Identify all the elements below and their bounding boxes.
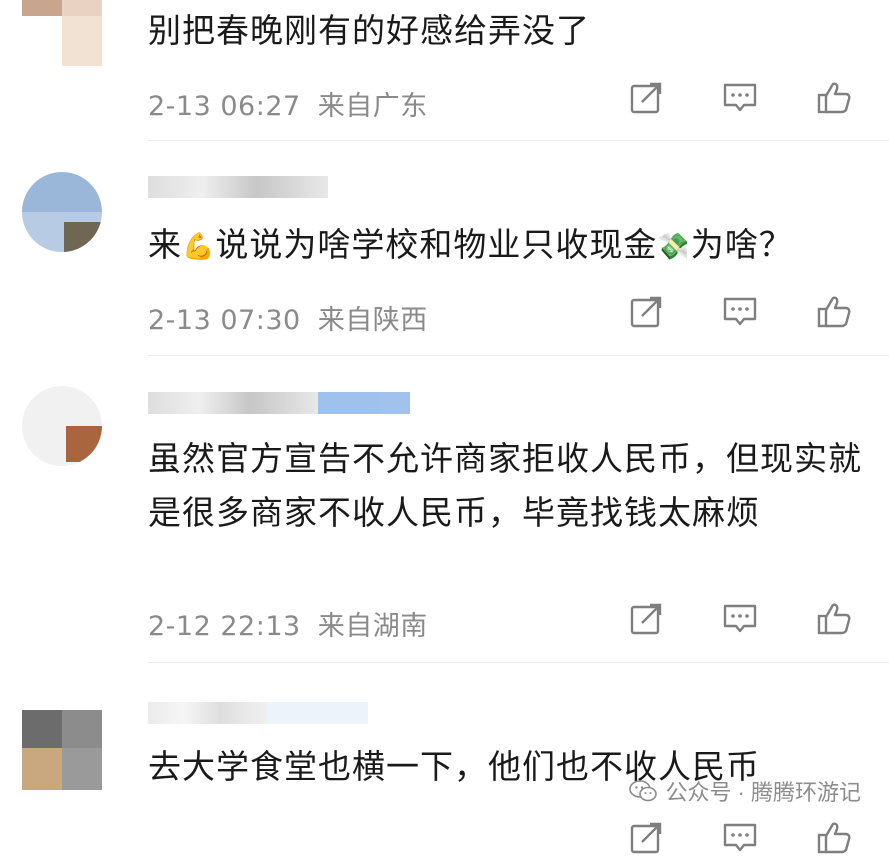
comment-text: 虽然官方宣告不允许商家拒收人民币，但现实就是很多商家不收人民币，毕竟找钱太麻烦 [148, 439, 862, 532]
comment-icon[interactable] [722, 820, 758, 856]
share-icon[interactable] [628, 601, 664, 637]
divider [148, 140, 889, 141]
flexed-biceps-emoji: 💪 [182, 231, 216, 262]
comment-actions [0, 294, 889, 334]
comment-icon[interactable] [722, 294, 758, 330]
comment-text: 别把春晚刚有的好感给弄没了 [148, 11, 590, 50]
avatar[interactable] [22, 0, 102, 66]
share-icon[interactable] [628, 820, 664, 856]
username[interactable] [148, 392, 410, 414]
divider [148, 355, 889, 356]
comment-icon[interactable] [722, 80, 758, 116]
money-with-wings-emoji: 💸 [657, 231, 691, 262]
comment-actions [0, 820, 889, 860]
comment-actions [0, 601, 889, 641]
comment-actions [0, 80, 889, 120]
thumbs-up-icon[interactable] [816, 80, 852, 116]
thumbs-up-icon[interactable] [816, 820, 852, 856]
watermark: 公众号 · 腾腾环游记 [629, 775, 861, 807]
avatar[interactable] [22, 172, 102, 252]
username[interactable] [148, 176, 328, 198]
thumbs-up-icon[interactable] [816, 601, 852, 637]
username[interactable] [148, 702, 368, 724]
avatar[interactable] [22, 386, 102, 466]
thumbs-up-icon[interactable] [816, 294, 852, 330]
wechat-logo-icon [629, 780, 658, 802]
comment-icon[interactable] [722, 601, 758, 637]
comment-text: 来💪说说为啥学校和物业只收现金💸为啥？ [148, 218, 868, 274]
watermark-text: 公众号 · 腾腾环游记 [665, 780, 861, 805]
divider [148, 662, 889, 663]
share-icon[interactable] [628, 80, 664, 116]
share-icon[interactable] [628, 294, 664, 330]
avatar[interactable] [22, 710, 102, 790]
